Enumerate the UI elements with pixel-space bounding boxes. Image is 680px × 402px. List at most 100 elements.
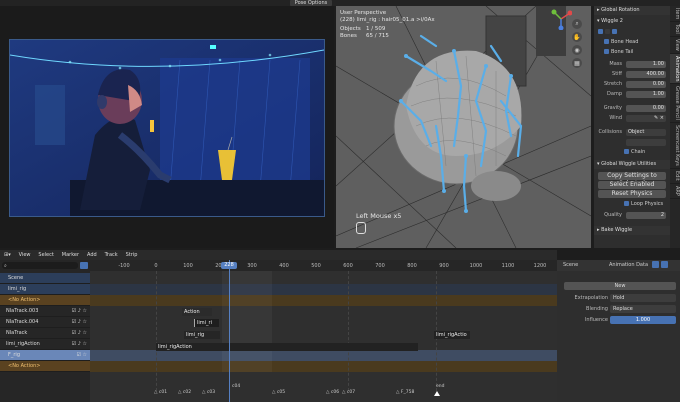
menu-add[interactable]: Add: [87, 250, 97, 260]
menu-select[interactable]: Select: [38, 250, 53, 260]
reset-physics-button[interactable]: Reset Physics: [598, 190, 666, 198]
collisions-dropdown[interactable]: Object: [626, 129, 666, 136]
marker-f758[interactable]: △ F_758: [396, 390, 414, 395]
tab-edit[interactable]: Edit: [670, 169, 680, 184]
new-action-button[interactable]: New: [564, 282, 676, 290]
zoom-icon[interactable]: ⌕: [572, 19, 582, 29]
quality-label: Quality: [604, 212, 622, 218]
row-band-noaction: [90, 295, 557, 306]
marker-c07[interactable]: △ c07: [342, 390, 355, 395]
tab-view[interactable]: View: [670, 37, 680, 54]
marker-c04[interactable]: c04: [232, 384, 240, 389]
menu-marker[interactable]: Marker: [62, 250, 79, 260]
copy-settings-button[interactable]: Copy Settings to Selected: [598, 172, 666, 187]
collisions-label: Collisions: [598, 129, 622, 135]
track-no-action-2[interactable]: <No Action>: [0, 361, 90, 372]
utilities-header[interactable]: ▾ Global Wiggle Utilities: [594, 160, 670, 169]
mass-field[interactable]: 1.00: [626, 61, 666, 68]
tab-tool[interactable]: Tool: [670, 22, 680, 38]
prop-row-stiff[interactable]: Stiff 400.00: [594, 70, 670, 79]
tick-label: 300: [247, 263, 257, 269]
stretch-field[interactable]: 0.00: [626, 81, 666, 88]
menu-track[interactable]: Track: [105, 250, 118, 260]
track-nla[interactable]: NlaTrack ☑ ♪ ☆: [0, 328, 90, 339]
marker-c03[interactable]: △ c03: [202, 390, 215, 395]
track-nla-003[interactable]: NlaTrack.003 ☑ ♪ ☆: [0, 306, 90, 317]
collision-object-row[interactable]: [594, 138, 670, 147]
prop-row-stretch[interactable]: Stretch 0.00: [594, 80, 670, 89]
track-scene[interactable]: Scene: [0, 273, 90, 284]
extrapolation-dropdown[interactable]: Hold: [610, 294, 676, 302]
viewport-nav-tools: ⌕ ✋ ◉ ▦: [568, 16, 586, 71]
strip-limi-rigactio[interactable]: limi_rigActio: [434, 331, 470, 339]
current-frame-indicator[interactable]: 228: [221, 262, 237, 269]
blending-label: Blending: [586, 306, 608, 312]
prop-row-gravity[interactable]: Gravity 0.00: [594, 104, 670, 113]
marker-c06[interactable]: △ c06: [326, 390, 339, 395]
editor-type-icon[interactable]: ⊞▾: [4, 250, 11, 260]
menu-view[interactable]: View: [19, 250, 31, 260]
menu-strip[interactable]: Strip: [126, 250, 138, 260]
track-f-rig[interactable]: F_rig ☑ ☆: [0, 350, 90, 361]
chain-row[interactable]: Chain: [594, 148, 670, 157]
strip-action[interactable]: Action: [182, 308, 212, 316]
viewport-object-label: (228) limi_rig : hair05_01.a >i/0Ax: [340, 17, 435, 23]
marker-c02[interactable]: △ c02: [178, 390, 191, 395]
track-limi-rig[interactable]: limi_rig: [0, 284, 90, 295]
marker-c05[interactable]: △ c05: [272, 390, 285, 395]
tick-label: -100: [118, 263, 130, 269]
global-rotation-header[interactable]: ▸ Global Rotation: [594, 6, 670, 15]
bone-head-row[interactable]: Bone Head: [594, 38, 670, 47]
stiff-field[interactable]: 400.00: [626, 71, 666, 78]
bone-tail-checkbox[interactable]: [604, 49, 611, 55]
tab-item[interactable]: Item: [670, 6, 680, 23]
grid-icon[interactable]: ▦: [572, 58, 582, 68]
strip-limi-rigaction[interactable]: limi_rigAction: [156, 343, 418, 351]
prop-row-mass[interactable]: Mass 1.00: [594, 60, 670, 69]
frame-ruler[interactable]: [90, 260, 557, 271]
render-view: [0, 6, 334, 248]
collisions-row[interactable]: Collisions Object: [594, 128, 670, 137]
tick-label: 100: [183, 263, 193, 269]
blending-dropdown[interactable]: Replace: [610, 305, 676, 313]
tab-animation[interactable]: Animation: [670, 53, 680, 85]
wind-field[interactable]: ✎ ×: [626, 115, 666, 122]
gravity-field[interactable]: 0.00: [626, 105, 666, 112]
tab-arp[interactable]: ARP: [670, 184, 680, 199]
damp-field[interactable]: 1.00: [626, 91, 666, 98]
select-enabled-button[interactable]: Select Enabled: [598, 181, 666, 189]
wiggle2-header[interactable]: ▾ Wiggle 2: [594, 17, 670, 26]
strip-limi-rig[interactable]: limi_rig: [184, 331, 220, 339]
track-nla-004[interactable]: NlaTrack.004 ☑ ♪ ☆: [0, 317, 90, 328]
mass-label: Mass: [609, 61, 622, 67]
tab-grease-pencil[interactable]: Grease Pencil: [670, 84, 680, 124]
tab-screencast-keys[interactable]: Screencast Keys: [670, 123, 680, 170]
filter-icon[interactable]: [80, 262, 88, 269]
playhead-line[interactable]: [229, 260, 230, 402]
quality-row[interactable]: Quality 2: [594, 211, 670, 220]
bone-tail-row[interactable]: Bone Tail: [594, 48, 670, 57]
nla-strips-area[interactable]: -100 0 100 200 300 400 500 600 700 800 9…: [90, 260, 557, 402]
chain-checkbox[interactable]: [624, 149, 631, 155]
track-limi-rigaction[interactable]: limi_rigAction ☑ ♪ ☆: [0, 339, 90, 350]
bone-head-checkbox[interactable]: [604, 39, 611, 45]
strip-limi-ri[interactable]: limi_ri: [194, 319, 219, 327]
bake-wiggle-header[interactable]: ▸ Bake Wiggle: [594, 226, 670, 235]
nla-view-icon[interactable]: [652, 261, 659, 268]
marker-c01[interactable]: △ c01: [154, 390, 167, 395]
quality-field[interactable]: 2: [626, 212, 666, 219]
prop-row-wind[interactable]: Wind ✎ ×: [594, 114, 670, 123]
search-input[interactable]: ⌕: [2, 262, 78, 269]
3d-viewport[interactable]: User Perspective (228) limi_rig : hair05…: [336, 6, 591, 248]
camera-icon[interactable]: ◉: [572, 45, 582, 55]
pan-hand-icon[interactable]: ✋: [572, 32, 582, 42]
mouse-icon: [356, 222, 366, 234]
loop-physics-row[interactable]: Loop Physics: [594, 200, 670, 209]
loop-physics-checkbox[interactable]: [624, 201, 631, 207]
nla-filter-icon[interactable]: [661, 261, 668, 268]
prop-row-damp[interactable]: Damp 1.00: [594, 90, 670, 99]
marker-end[interactable]: end: [436, 384, 444, 389]
track-no-action[interactable]: <No Action>: [0, 295, 90, 306]
influence-slider[interactable]: 1.000: [610, 316, 676, 324]
collision-object-field[interactable]: [626, 139, 666, 146]
